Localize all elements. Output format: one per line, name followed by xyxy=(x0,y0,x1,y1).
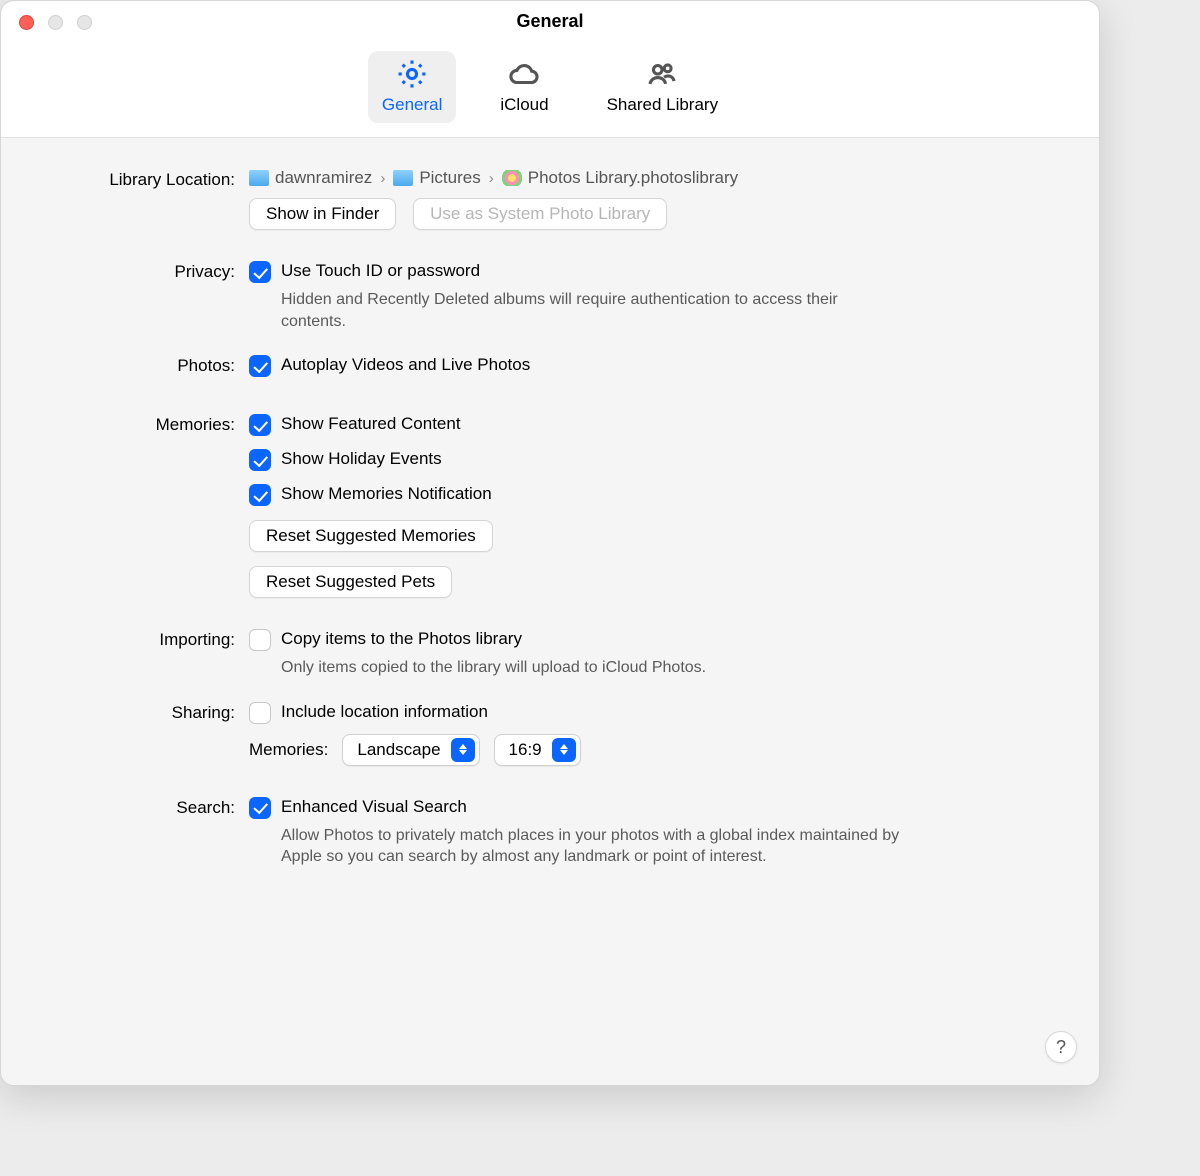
chevron-right-icon: › xyxy=(378,170,387,187)
row-importing: Importing: Copy items to the Photos libr… xyxy=(39,628,1061,693)
tab-shared-label: Shared Library xyxy=(607,95,719,115)
people-icon xyxy=(645,57,679,91)
memories-notification-label: Show Memories Notification xyxy=(281,483,492,504)
row-search: Search: Enhanced Visual Search Allow Pho… xyxy=(39,796,1061,882)
tab-icloud[interactable]: iCloud xyxy=(486,51,562,123)
home-folder-icon xyxy=(249,170,269,186)
row-sharing: Sharing: Include location information Me… xyxy=(39,701,1061,766)
aspect-ratio-select[interactable]: 16:9 xyxy=(494,734,581,766)
row-memories: Memories: Show Featured Content Show Hol… xyxy=(39,413,1061,598)
folder-icon xyxy=(393,170,413,186)
chevron-right-icon: › xyxy=(487,170,496,187)
tab-general[interactable]: General xyxy=(368,51,456,123)
tab-icloud-label: iCloud xyxy=(500,95,548,115)
touch-id-description: Hidden and Recently Deleted albums will … xyxy=(281,289,901,332)
stepper-icon xyxy=(552,738,576,762)
copy-items-checkbox[interactable] xyxy=(249,629,271,651)
reset-suggested-pets-button[interactable]: Reset Suggested Pets xyxy=(249,566,452,598)
cloud-icon xyxy=(507,57,541,91)
row-privacy: Privacy: Use Touch ID or password Hidden… xyxy=(39,260,1061,346)
tab-shared-library[interactable]: Shared Library xyxy=(593,51,733,123)
help-button[interactable]: ? xyxy=(1045,1031,1077,1063)
enhanced-visual-search-checkbox[interactable] xyxy=(249,797,271,819)
breadcrumb-pictures[interactable]: Pictures xyxy=(393,168,480,188)
titlebar: General xyxy=(1,1,1099,41)
breadcrumb-photoslibrary-label: Photos Library.photoslibrary xyxy=(528,168,738,188)
toolbar: General iCloud Shared Library xyxy=(1,41,1099,138)
touch-id-checkbox[interactable] xyxy=(249,261,271,283)
holiday-events-label: Show Holiday Events xyxy=(281,448,442,469)
gear-icon xyxy=(395,57,429,91)
aspect-value: 16:9 xyxy=(509,740,542,760)
library-location-label: Library Location: xyxy=(39,168,249,190)
breadcrumb-photoslibrary[interactable]: Photos Library.photoslibrary xyxy=(502,168,738,188)
show-in-finder-button[interactable]: Show in Finder xyxy=(249,198,396,230)
photos-label: Photos: xyxy=(39,354,249,376)
sharing-memories-label: Memories: xyxy=(249,740,328,760)
privacy-label: Privacy: xyxy=(39,260,249,282)
memories-label: Memories: xyxy=(39,413,249,435)
stepper-icon xyxy=(451,738,475,762)
use-as-system-library-button: Use as System Photo Library xyxy=(413,198,667,230)
importing-label: Importing: xyxy=(39,628,249,650)
content: Library Location: dawnramirez › Pictures… xyxy=(1,138,1099,1085)
holiday-events-checkbox[interactable] xyxy=(249,449,271,471)
photos-library-icon xyxy=(502,170,522,186)
breadcrumb-pictures-label: Pictures xyxy=(419,168,480,188)
include-location-checkbox[interactable] xyxy=(249,702,271,724)
include-location-label: Include location information xyxy=(281,701,488,722)
enhanced-visual-search-label: Enhanced Visual Search xyxy=(281,796,467,817)
sharing-label: Sharing: xyxy=(39,701,249,723)
memories-notification-checkbox[interactable] xyxy=(249,484,271,506)
copy-items-label: Copy items to the Photos library xyxy=(281,628,522,649)
row-photos: Photos: Autoplay Videos and Live Photos xyxy=(39,354,1061,383)
preferences-window: General General iCloud Shared Library xyxy=(0,0,1100,1086)
copy-items-description: Only items copied to the library will up… xyxy=(281,657,901,679)
search-label: Search: xyxy=(39,796,249,818)
help-icon: ? xyxy=(1056,1037,1066,1058)
featured-content-checkbox[interactable] xyxy=(249,414,271,436)
sharing-memories-selects: Memories: Landscape 16:9 xyxy=(249,734,1061,766)
orientation-value: Landscape xyxy=(357,740,440,760)
reset-suggested-memories-button[interactable]: Reset Suggested Memories xyxy=(249,520,493,552)
breadcrumb-home[interactable]: dawnramirez xyxy=(249,168,372,188)
enhanced-visual-search-description: Allow Photos to privately match places i… xyxy=(281,825,931,868)
library-breadcrumb: dawnramirez › Pictures › Photos Library.… xyxy=(249,168,1061,188)
autoplay-label: Autoplay Videos and Live Photos xyxy=(281,354,530,375)
touch-id-label: Use Touch ID or password xyxy=(281,260,480,281)
orientation-select[interactable]: Landscape xyxy=(342,734,479,766)
tab-general-label: General xyxy=(382,95,442,115)
row-library-location: Library Location: dawnramirez › Pictures… xyxy=(39,168,1061,230)
autoplay-checkbox[interactable] xyxy=(249,355,271,377)
breadcrumb-home-label: dawnramirez xyxy=(275,168,372,188)
featured-content-label: Show Featured Content xyxy=(281,413,461,434)
window-title: General xyxy=(1,11,1099,32)
